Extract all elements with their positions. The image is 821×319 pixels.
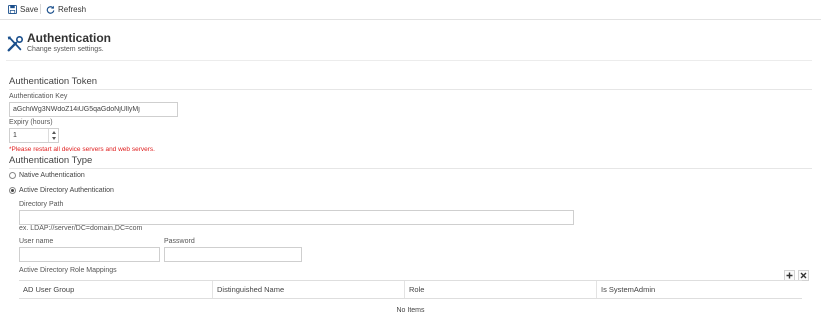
section-divider <box>9 168 812 169</box>
expiry-stepper[interactable]: 1 <box>9 128 59 143</box>
role-mappings-label: Active Directory Role Mappings <box>19 267 117 274</box>
header-divider <box>6 60 812 61</box>
save-button[interactable]: Save <box>8 3 38 15</box>
refresh-button[interactable]: Refresh <box>46 3 86 15</box>
toolbar: Save Refresh <box>0 0 821 20</box>
radio-native-auth[interactable]: Native Authentication <box>9 172 85 179</box>
page-subtitle: Change system settings. <box>27 46 104 53</box>
save-label: Save <box>20 4 39 14</box>
column-header-distinguished-name[interactable]: Distinguished Name <box>212 281 404 298</box>
toolbar-divider <box>40 4 41 14</box>
stepper-up-icon[interactable] <box>51 130 56 134</box>
role-mappings-grid-header: AD User Group Distinguished Name Role Is… <box>19 280 802 299</box>
auth-token-section-title: Authentication Token <box>9 76 98 87</box>
radio-button-selected[interactable] <box>9 187 16 194</box>
stepper-down-icon[interactable] <box>51 137 56 141</box>
radio-label: Native Authentication <box>19 172 85 179</box>
directory-path-hint: ex. LDAP://server/DC=domain,DC=com <box>19 225 143 232</box>
radio-active-directory-auth[interactable]: Active Directory Authentication <box>9 187 114 194</box>
directory-path-label: Directory Path <box>19 201 64 208</box>
radio-button[interactable] <box>9 172 16 179</box>
username-label: User name <box>19 238 54 245</box>
column-header-is-systemadmin[interactable]: Is SystemAdmin <box>596 281 802 298</box>
column-header-ad-user-group[interactable]: AD User Group <box>19 281 212 298</box>
auth-key-input[interactable] <box>9 102 178 117</box>
empty-grid-message: No Items <box>396 307 425 314</box>
restart-warning: *Please restart all device servers and w… <box>9 146 155 153</box>
plus-icon <box>786 272 793 279</box>
username-input[interactable] <box>19 247 160 262</box>
auth-type-section-title: Authentication Type <box>9 155 93 166</box>
floppy-disk-icon <box>8 4 17 14</box>
auth-key-label: Authentication Key <box>9 93 68 100</box>
page-title: Authentication <box>27 31 111 45</box>
column-header-role[interactable]: Role <box>404 281 596 298</box>
expiry-value: 1 <box>13 132 17 139</box>
radio-label: Active Directory Authentication <box>19 187 114 194</box>
section-divider <box>9 89 812 90</box>
refresh-label: Refresh <box>58 4 87 14</box>
stepper-arrows[interactable] <box>48 129 58 142</box>
tools-icon <box>7 35 24 52</box>
refresh-icon <box>46 5 55 14</box>
expiry-label: Expiry (hours) <box>9 119 53 126</box>
directory-path-input[interactable] <box>19 210 574 225</box>
password-label: Password <box>164 238 195 245</box>
password-input[interactable] <box>164 247 302 262</box>
close-icon <box>800 272 807 279</box>
